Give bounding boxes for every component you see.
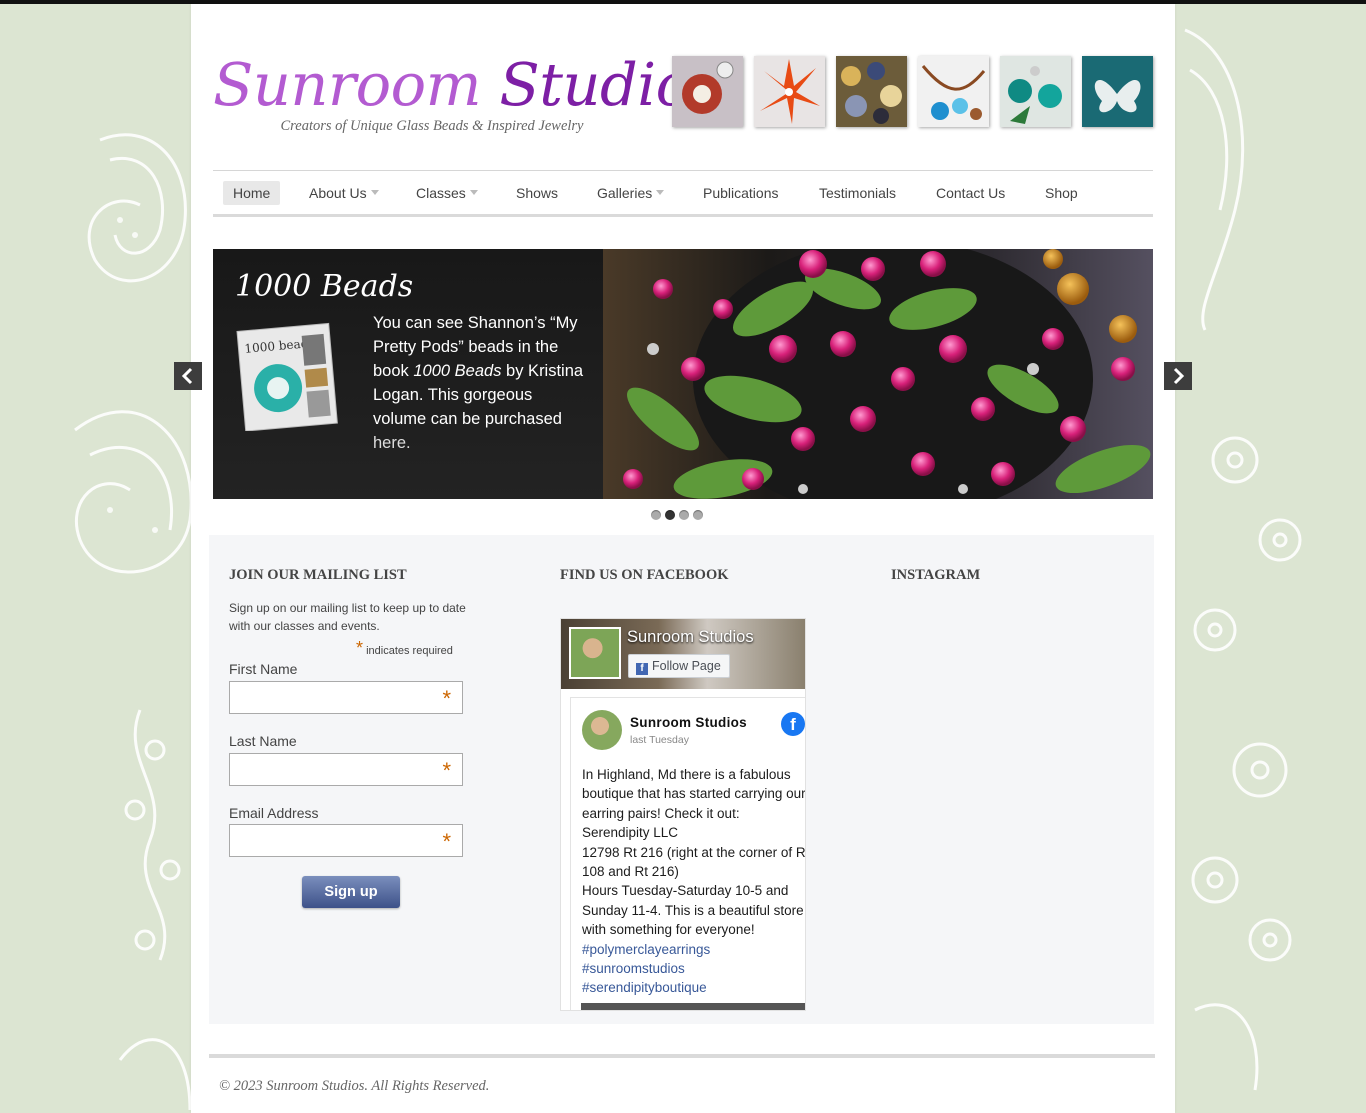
thumbnail-glass-beads[interactable]: [836, 56, 907, 127]
post-line: In Highland, Md there is a fabulous bout…: [582, 767, 806, 821]
post-author-name[interactable]: Sunroom Studios: [630, 715, 747, 730]
sign-up-button[interactable]: Sign up: [302, 876, 400, 908]
nav-about-us-label: About Us: [309, 185, 367, 201]
nav-classes-label: Classes: [416, 185, 466, 201]
slide-caption: 1000 Beads 1000 beads You can see Shanno…: [213, 249, 603, 499]
nav-divider-top: [213, 170, 1153, 171]
nav-classes[interactable]: Classes: [416, 181, 478, 205]
dropdown-caret-icon: [370, 189, 379, 195]
nav-publications[interactable]: Publications: [703, 181, 779, 205]
slide-book-title: 1000 Beads: [413, 362, 502, 380]
facebook-page-avatar[interactable]: [569, 627, 621, 679]
slider-next-button[interactable]: [1164, 362, 1192, 390]
thumbnail-teal-earrings[interactable]: [1000, 56, 1071, 127]
hashtag-link[interactable]: #sunroomstudios: [582, 959, 805, 978]
facebook-follow-label: Follow Page: [652, 659, 721, 673]
slide-description: You can see Shannon’s “My Pretty Pods” b…: [373, 311, 588, 455]
last-name-label: Last Name: [229, 733, 297, 749]
nav-galleries[interactable]: Galleries: [597, 181, 665, 205]
slider-dot-2[interactable]: [665, 510, 675, 520]
post-line: Hours Tuesday-Saturday 10-5 and Sunday 1…: [582, 883, 804, 938]
nav-shows[interactable]: Shows: [516, 181, 558, 205]
nav-divider-bottom: [213, 214, 1153, 217]
thumbnail-silver-butterfly[interactable]: [1082, 56, 1153, 127]
facebook-f-icon: f: [636, 663, 648, 675]
nav-contact-us-label: Contact Us: [936, 185, 1006, 201]
last-name-field[interactable]: *: [229, 753, 463, 786]
nav-publications-label: Publications: [703, 185, 779, 201]
nav-contact-us[interactable]: Contact Us: [936, 181, 1005, 205]
slider-dot-3[interactable]: [679, 510, 689, 520]
nav-home-label: Home: [233, 185, 271, 201]
post-image-preview[interactable]: [581, 1003, 805, 1010]
nav-shop[interactable]: Shop: [1045, 181, 1078, 205]
email-field[interactable]: *: [229, 824, 463, 857]
site-logo[interactable]: Sunroom Studios: [213, 50, 721, 119]
slide-image-pretty-pods-beads: [603, 249, 1153, 499]
nav-home[interactable]: Home: [223, 181, 281, 205]
footer-divider: [209, 1054, 1155, 1058]
dropdown-caret-icon: [469, 189, 478, 195]
thumbnail-flower-bead[interactable]: [672, 56, 743, 127]
slider-dot-4[interactable]: [693, 510, 703, 520]
required-star-icon: *: [442, 758, 451, 783]
copyright-text: © 2023 Sunroom Studios. All Rights Reser…: [219, 1078, 490, 1094]
required-note: * indicates required: [356, 638, 476, 659]
required-note-text: indicates required: [366, 645, 453, 657]
book-cover-image: 1000 beads: [235, 319, 345, 432]
post-timestamp[interactable]: last Tuesday: [630, 734, 689, 746]
required-star-icon: *: [442, 829, 451, 854]
first-name-field[interactable]: *: [229, 681, 463, 714]
dropdown-caret-icon: [656, 189, 665, 195]
facebook-logo-icon[interactable]: f: [781, 712, 805, 736]
facebook-heading: FIND US ON FACEBOOK: [560, 567, 729, 583]
facebook-post: Sunroom Studios last Tuesday f In Highla…: [570, 697, 806, 1010]
hashtag-link[interactable]: #serendipityboutique: [582, 978, 805, 997]
instagram-heading: INSTAGRAM: [891, 567, 981, 583]
required-star-icon: *: [442, 686, 451, 711]
post-author-avatar[interactable]: [582, 710, 622, 750]
slide-title: 1000 Beads: [235, 269, 414, 304]
nav-testimonials[interactable]: Testimonials: [819, 181, 896, 205]
slider-prev-button[interactable]: [174, 362, 202, 390]
post-line: Serendipity LLC: [582, 825, 679, 841]
hashtag-link[interactable]: #polymerclayearrings: [582, 940, 805, 959]
slider-dot-1[interactable]: [651, 510, 661, 520]
chevron-right-icon: [1173, 367, 1185, 385]
email-label: Email Address: [229, 805, 319, 821]
hero-slider: 1000 Beads 1000 beads You can see Shanno…: [213, 249, 1153, 499]
site-tagline: Creators of Unique Glass Beads & Inspire…: [280, 118, 584, 134]
page-container: Sunroom Studios Creators of Unique Glass…: [174, 4, 1192, 1113]
nav-galleries-label: Galleries: [597, 185, 653, 201]
nav-testimonials-label: Testimonials: [819, 185, 897, 201]
mailing-list-intro: Sign up on our mailing list to keep up t…: [229, 601, 466, 633]
thumbnail-copper-necklace[interactable]: [918, 56, 989, 127]
first-name-label: First Name: [229, 661, 298, 677]
post-body: In Highland, Md there is a fabulous bout…: [582, 765, 806, 998]
chevron-left-icon: [181, 367, 193, 385]
facebook-page-plugin: Sunroom Studios f Follow Page Sunroom Stu…: [560, 618, 806, 1011]
widget-area: JOIN OUR MAILING LIST Sign up on our mai…: [209, 535, 1154, 1024]
required-star: *: [356, 638, 364, 658]
slide-purchase-link[interactable]: here.: [373, 434, 411, 452]
thumbnail-orange-flower[interactable]: [754, 56, 825, 127]
facebook-follow-button[interactable]: f Follow Page: [628, 654, 730, 678]
logo-word-sunroom: Sunroom: [213, 50, 482, 119]
paisley-decoration-left: [74, 133, 193, 1111]
nav-about-us[interactable]: About Us: [309, 181, 379, 205]
facebook-page-name[interactable]: Sunroom Studios: [627, 628, 754, 647]
nav-shows-label: Shows: [516, 185, 559, 201]
post-line: 12798 Rt 216 (right at the corner of Rt …: [582, 844, 806, 880]
nav-shop-label: Shop: [1045, 185, 1078, 201]
flower-decoration-right: [1184, 28, 1302, 1091]
mailing-list-heading: JOIN OUR MAILING LIST: [229, 567, 407, 583]
